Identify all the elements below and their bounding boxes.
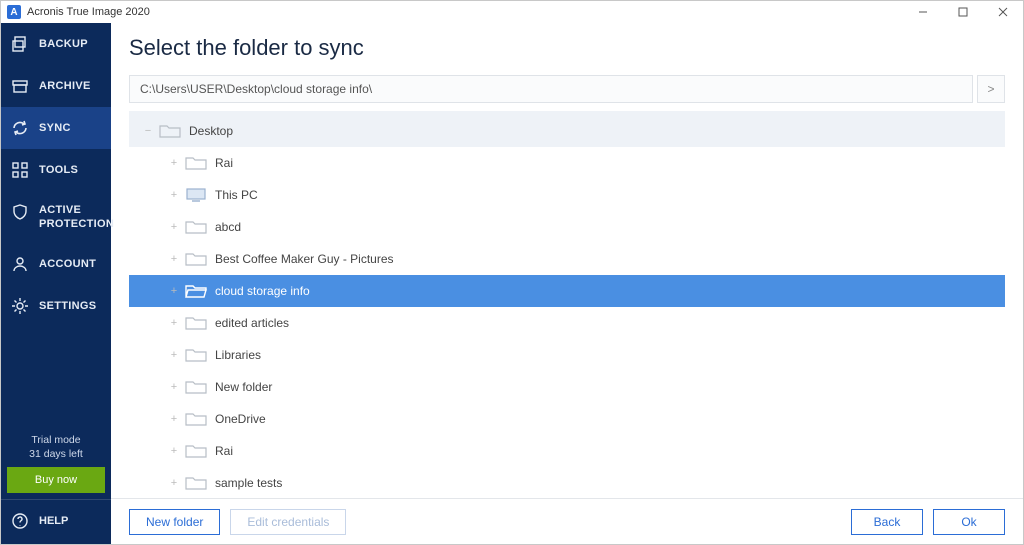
trial-days-left: 31 days left [5, 447, 107, 461]
sidebar-label-line1: ACTIVE [39, 204, 81, 216]
sidebar-label: ACCOUNT [39, 258, 96, 270]
expand-icon[interactable]: + [169, 349, 179, 361]
sidebar-item-account[interactable]: ACCOUNT [1, 243, 111, 285]
tree-row[interactable]: + Rai [129, 435, 1005, 467]
tree-label: OneDrive [215, 412, 266, 426]
tree-row[interactable]: + Libraries [129, 339, 1005, 371]
folder-icon [185, 379, 207, 395]
sidebar-item-backup[interactable]: BACKUP [1, 23, 111, 65]
sync-icon [11, 119, 29, 137]
tree-row[interactable]: + This PC [129, 179, 1005, 211]
tree-row-root[interactable]: − Desktop [129, 115, 1005, 147]
tree-label: Best Coffee Maker Guy - Pictures [215, 252, 394, 266]
back-button[interactable]: Back [851, 509, 923, 535]
main-panel: Select the folder to sync > − Desktop [111, 23, 1023, 544]
tools-icon [11, 161, 29, 179]
tree-row[interactable]: + cloud storage info [129, 275, 1005, 307]
pc-icon [185, 187, 207, 203]
tree-label: Desktop [189, 124, 233, 138]
tree-label: Rai [215, 156, 233, 170]
tree-label: cloud storage info [215, 284, 310, 298]
sidebar-label: SETTINGS [39, 300, 96, 312]
tree-label: edited articles [215, 316, 289, 330]
edit-credentials-button: Edit credentials [230, 509, 346, 535]
sidebar-label: BACKUP [39, 38, 88, 50]
trial-info: Trial mode 31 days left [1, 429, 111, 467]
tree-label: New folder [215, 380, 272, 394]
expand-icon[interactable]: + [169, 189, 179, 201]
folder-icon [185, 411, 207, 427]
sidebar-label-line2: PROTECTION [39, 218, 114, 230]
tree-row[interactable]: + edited articles [129, 307, 1005, 339]
window-maximize-button[interactable] [943, 1, 983, 23]
expand-icon[interactable]: + [169, 413, 179, 425]
folder-icon [185, 315, 207, 331]
buy-now-button[interactable]: Buy now [7, 467, 105, 493]
tree-row[interactable]: + Rai [129, 147, 1005, 179]
app-title: Acronis True Image 2020 [27, 6, 150, 18]
sidebar: BACKUP ARCHIVE SYNC TOOLS ACTIVE PROTECTI… [1, 23, 111, 544]
tree-label: sample tests [215, 476, 282, 490]
help-icon [11, 512, 29, 530]
tree-label: Rai [215, 444, 233, 458]
window-close-button[interactable] [983, 1, 1023, 23]
expand-icon[interactable]: + [169, 221, 179, 233]
folder-icon [185, 155, 207, 171]
expand-icon[interactable]: + [169, 253, 179, 265]
sidebar-item-sync[interactable]: SYNC [1, 107, 111, 149]
ok-button[interactable]: Ok [933, 509, 1005, 535]
sidebar-item-active-protection[interactable]: ACTIVE PROTECTION [1, 191, 111, 243]
expand-icon[interactable]: + [169, 445, 179, 457]
account-icon [11, 255, 29, 273]
tree-label: Libraries [215, 348, 261, 362]
expand-icon[interactable]: + [169, 285, 179, 297]
app-window: A Acronis True Image 2020 BACKUP ARCHIVE… [0, 0, 1024, 545]
tree-row[interactable]: + New folder [129, 371, 1005, 403]
tree-row[interactable]: + OneDrive [129, 403, 1005, 435]
folder-icon [185, 475, 207, 491]
tree-label: This PC [215, 188, 258, 202]
tree-label: abcd [215, 220, 241, 234]
help-label: HELP [39, 515, 68, 527]
sidebar-item-settings[interactable]: SETTINGS [1, 285, 111, 327]
tree-row[interactable]: + sample tests [129, 467, 1005, 498]
folder-icon [185, 347, 207, 363]
expand-icon[interactable]: + [169, 477, 179, 489]
app-icon: A [7, 5, 21, 19]
bottom-bar: New folder Edit credentials Back Ok [111, 498, 1023, 544]
folder-icon [159, 123, 181, 139]
expand-icon[interactable]: + [169, 157, 179, 169]
shield-icon [11, 203, 29, 221]
sidebar-label: ARCHIVE [39, 80, 91, 92]
expand-icon[interactable]: + [169, 381, 179, 393]
expand-icon[interactable]: + [169, 317, 179, 329]
new-folder-button[interactable]: New folder [129, 509, 220, 535]
sidebar-item-archive[interactable]: ARCHIVE [1, 65, 111, 107]
tree-row[interactable]: + abcd [129, 211, 1005, 243]
collapse-icon[interactable]: − [143, 125, 153, 137]
folder-icon [185, 219, 207, 235]
folder-open-icon [185, 283, 207, 299]
path-go-button[interactable]: > [977, 75, 1005, 103]
sidebar-item-tools[interactable]: TOOLS [1, 149, 111, 191]
page-title: Select the folder to sync [129, 35, 1005, 61]
backup-icon [11, 35, 29, 53]
sidebar-item-help[interactable]: HELP [1, 499, 111, 544]
titlebar: A Acronis True Image 2020 [1, 1, 1023, 23]
window-minimize-button[interactable] [903, 1, 943, 23]
folder-tree[interactable]: − Desktop + Rai + This PC + abcd + Best Coffee … [129, 111, 1005, 498]
trial-mode-label: Trial mode [5, 433, 107, 447]
sidebar-label: SYNC [39, 122, 71, 134]
folder-icon [185, 251, 207, 267]
archive-icon [11, 77, 29, 95]
folder-icon [185, 443, 207, 459]
path-input[interactable] [129, 75, 973, 103]
gear-icon [11, 297, 29, 315]
sidebar-label: TOOLS [39, 164, 78, 176]
tree-row[interactable]: + Best Coffee Maker Guy - Pictures [129, 243, 1005, 275]
